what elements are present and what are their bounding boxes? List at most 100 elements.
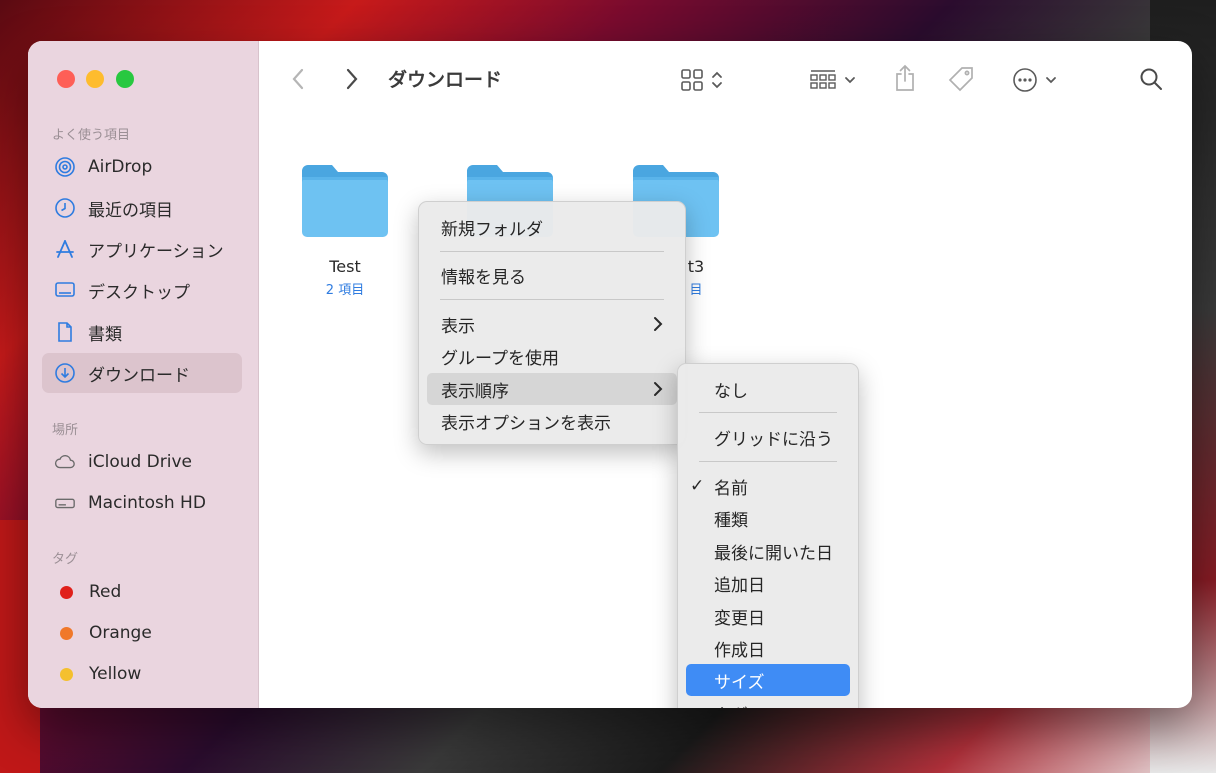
file-name: Test [329, 257, 361, 276]
sort-item-size[interactable]: サイズ [686, 664, 850, 696]
menu-item-label: 種類 [714, 510, 748, 531]
forward-button[interactable] [344, 67, 360, 91]
search-button[interactable] [1138, 66, 1164, 92]
cloud-icon [54, 451, 76, 473]
sidebar-item-macintosh-hd[interactable]: Macintosh HD [42, 483, 242, 523]
chevron-down-icon [1046, 77, 1056, 84]
sidebar-item-label: 書類 [88, 324, 122, 345]
yellow-tag-icon [60, 667, 73, 681]
desktop-icon [54, 279, 76, 301]
chevron-left-icon [292, 68, 304, 90]
icon-grid-icon [681, 69, 703, 91]
sidebar-item-tag-yellow[interactable]: Yellow [42, 654, 242, 694]
sort-item-date-created[interactable]: 作成日 [686, 632, 850, 664]
finder-window: よく使う項目 AirDrop 最近の項目 アプリケーション デスクトップ 書類 … [28, 41, 1192, 708]
tags-heading: タグ [52, 552, 79, 567]
sort-item-date-modified[interactable]: 変更日 [686, 600, 850, 632]
chevron-right-icon [654, 382, 663, 396]
sort-item-date-added[interactable]: 追加日 [686, 567, 850, 599]
menu-item-new-folder[interactable]: 新規フォルダ [427, 211, 677, 243]
sidebar-item-label: Orange [89, 623, 152, 643]
share-button[interactable] [893, 63, 917, 93]
menu-item-label: 表示オプションを表示 [441, 413, 611, 434]
menu-item-label: 情報を見る [441, 267, 526, 288]
sidebar-item-label: AirDrop [88, 157, 153, 177]
red-tag-icon [60, 585, 73, 599]
menu-separator [440, 299, 664, 300]
clock-icon [54, 197, 76, 219]
airdrop-icon [54, 156, 76, 178]
menu-item-label: 作成日 [714, 640, 765, 661]
chevron-down-icon [845, 77, 855, 84]
menu-item-show-view-options[interactable]: 表示オプションを表示 [427, 405, 677, 437]
sidebar-item-label: Macintosh HD [88, 493, 206, 513]
sidebar-item-label: Red [89, 582, 122, 602]
sort-item-snap-to-grid[interactable]: グリッドに沿う [686, 421, 850, 453]
sidebar: よく使う項目 AirDrop 最近の項目 アプリケーション デスクトップ 書類 … [28, 41, 259, 708]
sort-item-kind[interactable]: 種類 [686, 502, 850, 534]
menu-item-label: 追加日 [714, 575, 765, 596]
menu-item-label: グリッドに沿う [714, 429, 833, 450]
sort-item-last-opened[interactable]: 最後に開いた日 [686, 535, 850, 567]
menu-item-get-info[interactable]: 情報を見る [427, 259, 677, 291]
sidebar-item-applications[interactable]: アプリケーション [42, 229, 242, 269]
menu-item-sort-by[interactable]: 表示順序 [427, 373, 677, 405]
more-actions-button[interactable] [1012, 67, 1058, 93]
menu-item-label: タグ [714, 701, 748, 709]
sidebar-item-airdrop[interactable]: AirDrop [42, 147, 242, 187]
menu-separator [699, 412, 837, 413]
share-icon [896, 64, 914, 91]
menu-item-label: 名前 [714, 478, 748, 499]
download-icon [54, 362, 76, 384]
menu-item-label: 表示順序 [441, 381, 509, 402]
locations-heading: 場所 [52, 423, 79, 438]
back-button[interactable] [290, 67, 306, 91]
sidebar-item-label: iCloud Drive [88, 452, 193, 472]
context-menu: 新規フォルダ 情報を見る 表示 グループを使用 表示順序 表示オプションを表示 [418, 201, 686, 445]
ellipsis-circle-icon [1013, 68, 1037, 92]
sidebar-item-downloads[interactable]: ダウンロード [42, 353, 242, 393]
search-icon [1140, 68, 1162, 90]
sort-item-tags[interactable]: タグ [686, 697, 850, 709]
window-title: ダウンロード [388, 69, 503, 91]
tag-icon [948, 67, 973, 92]
menu-item-label: 新規フォルダ [441, 219, 543, 240]
menu-item-label: サイズ [714, 672, 765, 693]
menu-item-view[interactable]: 表示 [427, 308, 677, 340]
minimize-button[interactable] [86, 70, 104, 88]
chevron-right-icon [654, 317, 663, 331]
menu-item-use-groups[interactable]: グループを使用 [427, 340, 677, 372]
tag-button[interactable] [947, 65, 977, 93]
folder-icon [302, 165, 388, 237]
sidebar-item-recents[interactable]: 最近の項目 [42, 188, 242, 228]
sidebar-item-icloud-drive[interactable]: iCloud Drive [42, 442, 242, 482]
sort-item-none[interactable]: なし [686, 373, 850, 405]
sidebar-item-label: 最近の項目 [88, 200, 173, 221]
sidebar-item-label: デスクトップ [88, 282, 190, 303]
menu-item-label: 変更日 [714, 608, 765, 629]
group-grid-icon [810, 70, 836, 89]
disk-icon [54, 492, 76, 514]
menu-item-label: グループを使用 [441, 348, 559, 369]
view-mode-button[interactable] [680, 68, 724, 92]
sidebar-item-tag-orange[interactable]: Orange [42, 613, 242, 653]
chevron-updown-icon [712, 71, 722, 89]
sidebar-item-desktop[interactable]: デスクトップ [42, 270, 242, 310]
sidebar-item-documents[interactable]: 書類 [42, 312, 242, 352]
close-button[interactable] [57, 70, 75, 88]
menu-separator [440, 251, 664, 252]
group-button[interactable] [809, 68, 857, 92]
sidebar-item-label: ダウンロード [88, 365, 190, 386]
file-item[interactable]: Test 2 項目 [290, 161, 400, 298]
sidebar-item-tag-red[interactable]: Red [42, 572, 242, 612]
document-icon [54, 321, 76, 343]
menu-item-label: 最後に開いた日 [714, 543, 833, 564]
sort-submenu: なし グリッドに沿う ✓ 名前 種類 最後に開いた日 追加日 変更日 作成日 サ… [677, 363, 859, 708]
sort-item-name[interactable]: ✓ 名前 [686, 470, 850, 502]
sidebar-item-label: アプリケーション [88, 241, 224, 262]
zoom-button[interactable] [116, 70, 134, 88]
menu-item-label: なし [714, 381, 748, 402]
menu-item-label: 表示 [441, 316, 475, 337]
menu-separator [699, 461, 837, 462]
file-item-count: 2 項目 [325, 283, 365, 298]
